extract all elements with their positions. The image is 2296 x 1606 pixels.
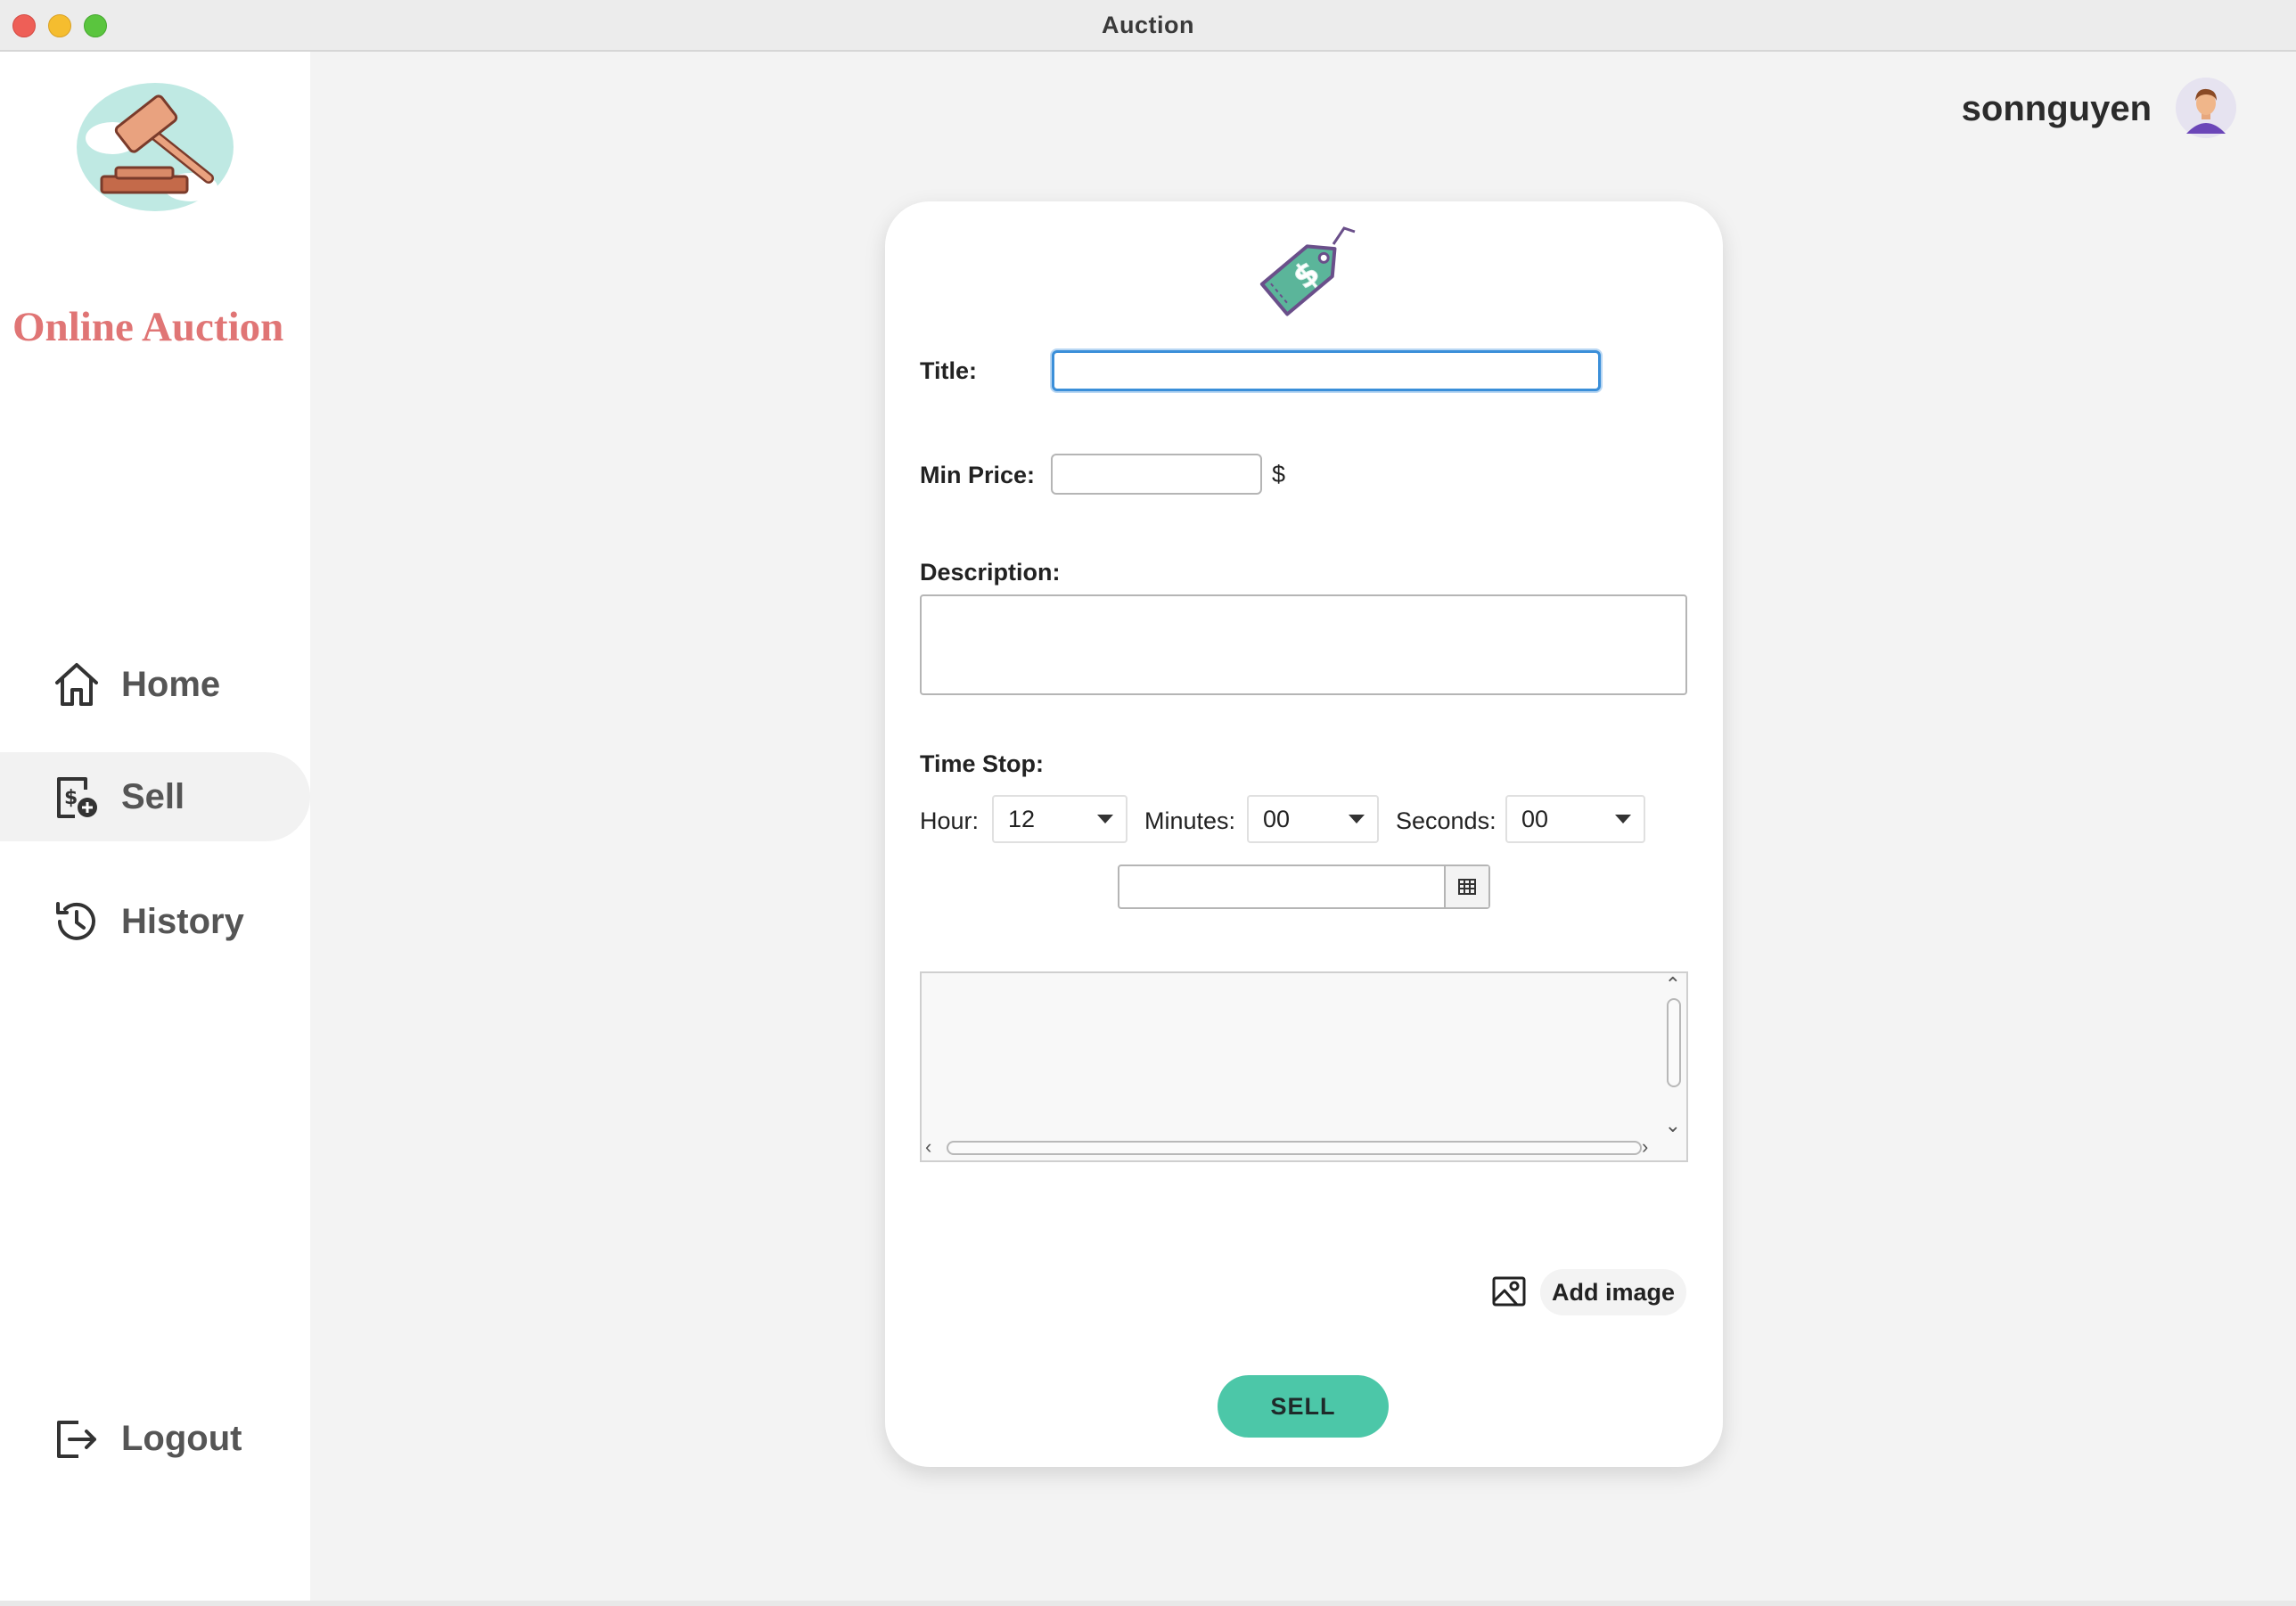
sell-document-icon: $: [57, 777, 97, 818]
scroll-down-icon[interactable]: ⌄: [1665, 1116, 1681, 1135]
sidebar-item-history[interactable]: History: [0, 877, 310, 966]
logout-icon: [57, 1421, 96, 1458]
brand-name: Online Auction: [12, 304, 284, 350]
scroll-up-icon[interactable]: ⌃: [1665, 975, 1681, 995]
scroll-left-icon[interactable]: ‹: [925, 1137, 931, 1157]
hour-select[interactable]: 12: [992, 795, 1128, 843]
vertical-scroll-thumb[interactable]: [1667, 998, 1681, 1087]
chevron-down-icon: [1615, 815, 1631, 823]
minimize-window-button[interactable]: [48, 14, 71, 37]
seconds-value: 00: [1521, 805, 1549, 832]
sidebar-item-label: History: [121, 901, 244, 941]
image-icon[interactable]: [1490, 1273, 1528, 1310]
horizontal-scrollbar[interactable]: ‹ ›: [922, 1135, 1663, 1160]
close-window-button[interactable]: [12, 14, 36, 37]
sidebar-item-sell[interactable]: $ Sell: [0, 752, 310, 841]
auction-gavel-logo-icon: [77, 83, 234, 211]
calendar-button[interactable]: [1444, 866, 1488, 907]
seconds-select[interactable]: 00: [1505, 795, 1645, 843]
sell-button[interactable]: SELL: [1218, 1375, 1389, 1438]
sidebar-item-label: Logout: [121, 1418, 242, 1458]
sidebar: Online Auction Home $ Sell History Logou…: [0, 52, 310, 1606]
window-bottom-edge: [0, 1601, 2296, 1606]
hour-value: 12: [1008, 805, 1036, 832]
time-stop-label: Time Stop:: [920, 750, 1045, 777]
title-label: Title:: [920, 357, 978, 384]
description-textarea[interactable]: [920, 594, 1687, 695]
minutes-value: 00: [1263, 805, 1291, 832]
min-price-input[interactable]: [1051, 454, 1262, 495]
seconds-label: Seconds:: [1396, 807, 1496, 834]
user-avatar-icon[interactable]: [2175, 77, 2237, 139]
sidebar-item-label: Home: [121, 664, 221, 704]
sidebar-item-label: Sell: [121, 776, 185, 816]
home-icon: [55, 663, 98, 706]
hour-label: Hour:: [920, 807, 980, 834]
min-price-label: Min Price:: [920, 462, 1036, 488]
currency-symbol: $: [1272, 461, 1286, 488]
minutes-select[interactable]: 00: [1247, 795, 1379, 843]
minutes-label: Minutes:: [1144, 807, 1236, 834]
window-titlebar: Auction: [0, 0, 2296, 52]
image-list[interactable]: ⌃ ⌄ ‹ ›: [920, 971, 1688, 1162]
date-picker: [1118, 864, 1490, 909]
title-input[interactable]: [1052, 350, 1601, 391]
sidebar-item-home[interactable]: Home: [0, 640, 310, 729]
scroll-right-icon[interactable]: ›: [1642, 1137, 1648, 1157]
vertical-scrollbar[interactable]: ⌃ ⌄: [1661, 973, 1686, 1137]
chevron-down-icon: [1097, 815, 1113, 823]
zoom-window-button[interactable]: [84, 14, 107, 37]
history-icon: [56, 902, 95, 940]
price-tag-icon: $: [1259, 226, 1356, 316]
date-input[interactable]: [1119, 866, 1446, 907]
add-image-button[interactable]: Add image: [1540, 1269, 1686, 1315]
horizontal-scroll-thumb[interactable]: [947, 1141, 1642, 1155]
calendar-icon: [1458, 879, 1476, 895]
chevron-down-icon: [1349, 815, 1365, 823]
description-label: Description:: [920, 559, 1061, 586]
sidebar-item-logout[interactable]: Logout: [0, 1394, 310, 1483]
username: sonnguyen: [1961, 89, 2152, 128]
svg-text:$: $: [64, 787, 78, 809]
window-title: Auction: [1102, 11, 1194, 38]
